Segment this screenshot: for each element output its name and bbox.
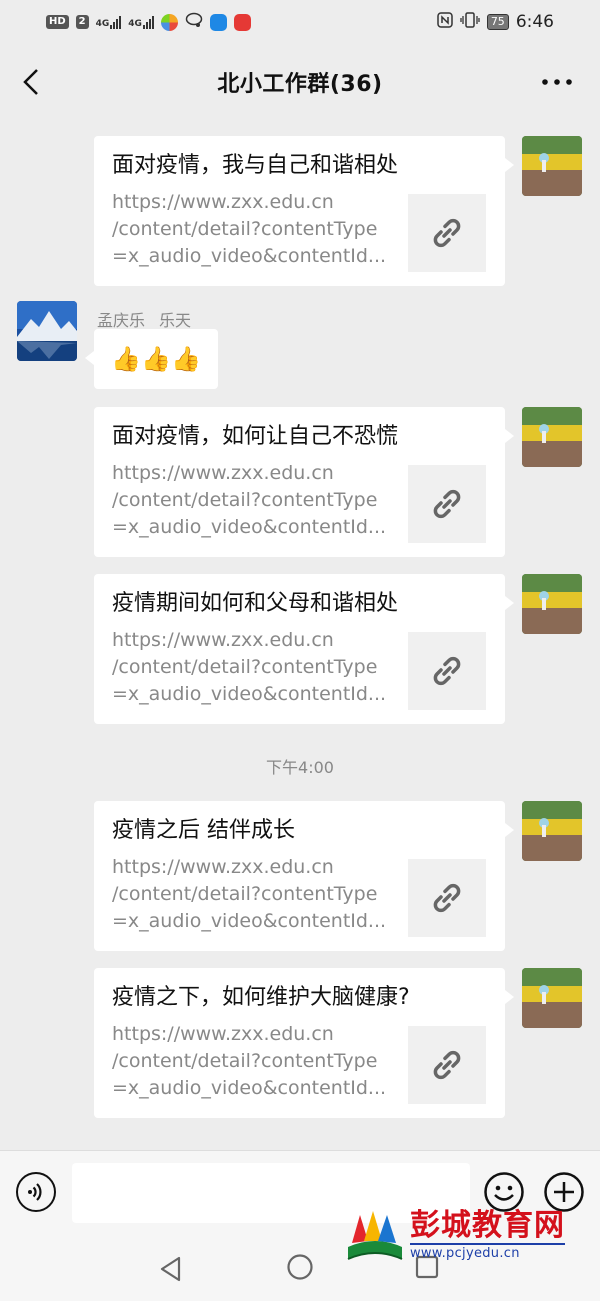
url-line: =x_audio_video&contentId... [112, 683, 387, 705]
flower-field-avatar [522, 968, 582, 1028]
my-avatar[interactable] [522, 136, 582, 196]
chat-title: 北小工作群(36) [217, 72, 383, 97]
network-4g-2: 4G [128, 15, 154, 29]
my-avatar[interactable] [522, 574, 582, 634]
sender-name: 孟庆乐 乐天 [97, 307, 205, 331]
url-line: =x_audio_video&contentId... [112, 1077, 387, 1099]
network-label-2: 4G [128, 19, 142, 29]
back-button[interactable] [18, 66, 46, 98]
app-notification-icon [160, 13, 178, 31]
watermark-text: 彭城教育网 www.pcjyedu.cn [410, 1209, 565, 1263]
link-card-url: https://www.zxx.edu.cn /content/detail?c… [112, 627, 388, 708]
link-card-url: https://www.zxx.edu.cn /content/detail?c… [112, 1021, 388, 1102]
my-avatar[interactable] [522, 801, 582, 861]
sim-badge: 2 [75, 15, 89, 29]
chevron-left-icon [23, 69, 38, 95]
nav-home-button[interactable] [286, 1253, 314, 1281]
link-card-title: 疫情之后 结伴成长 [112, 818, 295, 843]
link-thumbnail [408, 465, 486, 543]
link-card-message[interactable]: 面对疫情，我与自己和谐相处 https://www.zxx.edu.cn /co… [94, 136, 514, 286]
triangle-back-icon [160, 1256, 181, 1282]
signal-icon [110, 15, 122, 29]
more-dots-icon [542, 79, 572, 85]
link-card-title: 面对疫情，我与自己和谐相处 [112, 153, 399, 178]
book-logo-icon [347, 1211, 403, 1260]
weather-app-icon [209, 13, 227, 31]
link-card-message[interactable]: 面对疫情，如何让自己不恐慌 https://www.zxx.edu.cn /co… [94, 407, 514, 557]
link-card-message[interactable]: 疫情之下，如何维护大脑健康? https://www.zxx.edu.cn /c… [94, 968, 514, 1118]
status-left: HD 2 4G 4G [46, 12, 251, 32]
link-card-title: 面对疫情，如何让自己不恐慌 [112, 424, 399, 449]
nav-back-button[interactable] [157, 1254, 185, 1284]
link-icon [433, 883, 461, 913]
url-line: =x_audio_video&contentId... [112, 516, 387, 538]
chat-bubble-icon [185, 12, 203, 32]
mountain-lake-avatar [17, 301, 77, 361]
link-thumbnail [408, 632, 486, 710]
url-line: /content/detail?contentType [112, 489, 378, 511]
url-line: https://www.zxx.edu.cn [112, 462, 334, 484]
sender-avatar[interactable] [17, 301, 77, 361]
url-line: https://www.zxx.edu.cn [112, 629, 334, 651]
message-timestamp: 下午4:00 [266, 758, 334, 777]
link-icon [433, 1050, 461, 1080]
link-thumbnail [408, 859, 486, 937]
chat-header: 北小工作群(36) [0, 44, 600, 120]
watermark-url: www.pcjyedu.cn [410, 1243, 565, 1263]
url-line: /content/detail?contentType [112, 656, 378, 678]
status-right: 75 6:46 [437, 12, 554, 32]
url-line: https://www.zxx.edu.cn [112, 856, 334, 878]
chat-messages: 面对疫情，我与自己和谐相处 https://www.zxx.edu.cn /co… [0, 120, 600, 1150]
watermark-name: 彭城教育网 [410, 1208, 565, 1243]
link-thumbnail [408, 1026, 486, 1104]
site-watermark: 彭城教育网 www.pcjyedu.cn [344, 1205, 590, 1267]
clock: 6:46 [515, 12, 554, 32]
link-card-title: 疫情之下，如何维护大脑健康? [112, 985, 410, 1010]
emoji-message[interactable]: 👍👍👍 [85, 329, 218, 389]
url-line: https://www.zxx.edu.cn [112, 1023, 334, 1045]
flower-field-avatar [522, 574, 582, 634]
link-card-url: https://www.zxx.edu.cn /content/detail?c… [112, 854, 388, 935]
network-4g-1: 4G [96, 15, 122, 29]
sender-name-part: 乐天 [159, 311, 192, 330]
link-card-url: https://www.zxx.edu.cn /content/detail?c… [112, 460, 388, 541]
link-card-message[interactable]: 疫情期间如何和父母和谐相处 https://www.zxx.edu.cn /co… [94, 574, 514, 724]
flower-field-avatar [522, 407, 582, 467]
status-bar: HD 2 4G 4G 75 6:46 [0, 0, 600, 44]
network-label-1: 4G [95, 19, 110, 29]
more-options-button[interactable] [540, 70, 574, 94]
link-icon [433, 489, 461, 519]
url-line: https://www.zxx.edu.cn [112, 191, 334, 213]
signal-icon [142, 15, 154, 29]
link-icon [433, 656, 461, 686]
sender-name-part: 孟庆乐 [97, 311, 146, 330]
my-avatar[interactable] [522, 407, 582, 467]
health-app-icon [233, 13, 251, 31]
link-card-url: https://www.zxx.edu.cn /content/detail?c… [112, 189, 388, 270]
url-line: =x_audio_video&contentId... [112, 910, 387, 932]
link-icon [433, 218, 461, 248]
my-avatar[interactable] [522, 968, 582, 1028]
link-card-message[interactable]: 疫情之后 结伴成长 https://www.zxx.edu.cn /conten… [94, 801, 514, 951]
hd-badge: HD [46, 15, 69, 29]
voice-icon [28, 1183, 42, 1201]
url-line: /content/detail?contentType [112, 1050, 378, 1072]
url-line: =x_audio_video&contentId... [112, 245, 387, 267]
url-line: /content/detail?contentType [112, 883, 378, 905]
circle-home-icon [287, 1254, 313, 1280]
nfc-icon [437, 12, 453, 32]
flower-field-avatar [522, 801, 582, 861]
link-thumbnail [408, 194, 486, 272]
link-card-title: 疫情期间如何和父母和谐相处 [112, 591, 399, 616]
flower-field-avatar [522, 136, 582, 196]
voice-button[interactable] [16, 1172, 56, 1212]
vibrate-icon [460, 12, 480, 32]
battery-indicator: 75 [486, 14, 509, 30]
url-line: /content/detail?contentType [112, 218, 378, 240]
